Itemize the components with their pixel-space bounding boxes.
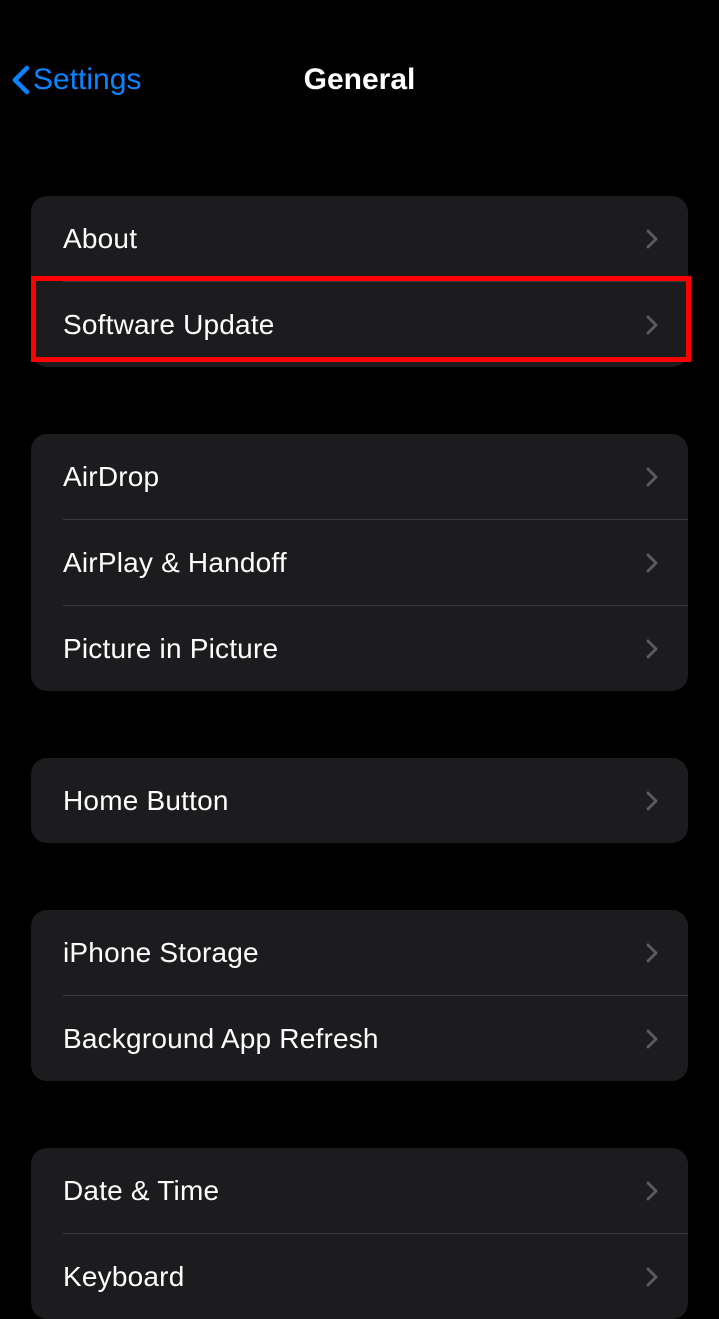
settings-group: Date & Time Keyboard (31, 1148, 688, 1319)
settings-group: Home Button (31, 758, 688, 843)
chevron-right-icon (646, 943, 658, 963)
row-airdrop[interactable]: AirDrop (31, 434, 688, 519)
row-date-time[interactable]: Date & Time (31, 1148, 688, 1233)
chevron-right-icon (646, 553, 658, 573)
row-iphone-storage[interactable]: iPhone Storage (31, 910, 688, 995)
row-about[interactable]: About (31, 196, 688, 281)
row-label: Software Update (63, 309, 275, 341)
row-label: Picture in Picture (63, 633, 278, 665)
settings-group: AirDrop AirPlay & Handoff Picture in Pic… (31, 434, 688, 691)
back-label: Settings (33, 63, 141, 97)
row-keyboard[interactable]: Keyboard (31, 1234, 688, 1319)
chevron-right-icon (646, 467, 658, 487)
settings-group: iPhone Storage Background App Refresh (31, 910, 688, 1081)
page-title: General (304, 63, 416, 97)
content-area: About Software Update AirDrop AirPlay & … (0, 196, 719, 1319)
row-label: About (63, 223, 137, 255)
row-label: Keyboard (63, 1261, 184, 1293)
back-button[interactable]: Settings (12, 63, 141, 97)
chevron-right-icon (646, 229, 658, 249)
row-label: Background App Refresh (63, 1023, 379, 1055)
row-software-update[interactable]: Software Update (31, 282, 688, 367)
chevron-right-icon (646, 1029, 658, 1049)
row-label: AirDrop (63, 461, 159, 493)
chevron-right-icon (646, 639, 658, 659)
row-background-app-refresh[interactable]: Background App Refresh (31, 996, 688, 1081)
navigation-bar: Settings General (0, 36, 719, 124)
row-airplay-handoff[interactable]: AirPlay & Handoff (31, 520, 688, 605)
row-label: iPhone Storage (63, 937, 259, 969)
row-label: Date & Time (63, 1175, 219, 1207)
row-label: Home Button (63, 785, 229, 817)
row-home-button[interactable]: Home Button (31, 758, 688, 843)
chevron-right-icon (646, 1267, 658, 1287)
row-label: AirPlay & Handoff (63, 547, 287, 579)
chevron-right-icon (646, 315, 658, 335)
row-picture-in-picture[interactable]: Picture in Picture (31, 606, 688, 691)
chevron-right-icon (646, 791, 658, 811)
settings-group: About Software Update (31, 196, 688, 367)
chevron-right-icon (646, 1181, 658, 1201)
chevron-left-icon (12, 65, 30, 95)
